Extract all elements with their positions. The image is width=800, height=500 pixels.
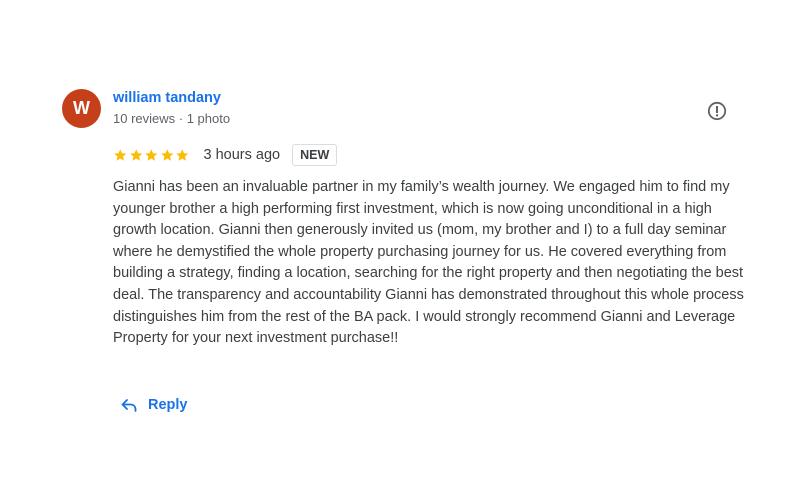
star-icon: [145, 149, 158, 161]
reviewer-meta: 10 reviews · 1 photo: [113, 111, 231, 126]
star-icon: [114, 149, 127, 161]
reviewer-name-link[interactable]: william tandany: [113, 90, 221, 106]
reply-button[interactable]: Reply: [120, 396, 188, 414]
star-rating: [113, 148, 190, 162]
review-text: Gianni has been an invaluable partner in…: [113, 179, 744, 347]
avatar[interactable]: W: [62, 89, 101, 128]
new-badge: NEW: [292, 144, 338, 166]
reply-arrow-icon: [121, 399, 137, 412]
star-icon: [129, 149, 142, 161]
review-card: W william tandany 10 reviews · 1 photo 3…: [0, 0, 800, 500]
rating-row: 3 hours ago NEW: [113, 143, 338, 167]
report-flag-icon[interactable]: [707, 101, 727, 121]
star-icon: [176, 149, 189, 161]
review-time: 3 hours ago: [203, 147, 281, 163]
reply-label: Reply: [148, 397, 188, 413]
star-icon: [160, 149, 173, 161]
